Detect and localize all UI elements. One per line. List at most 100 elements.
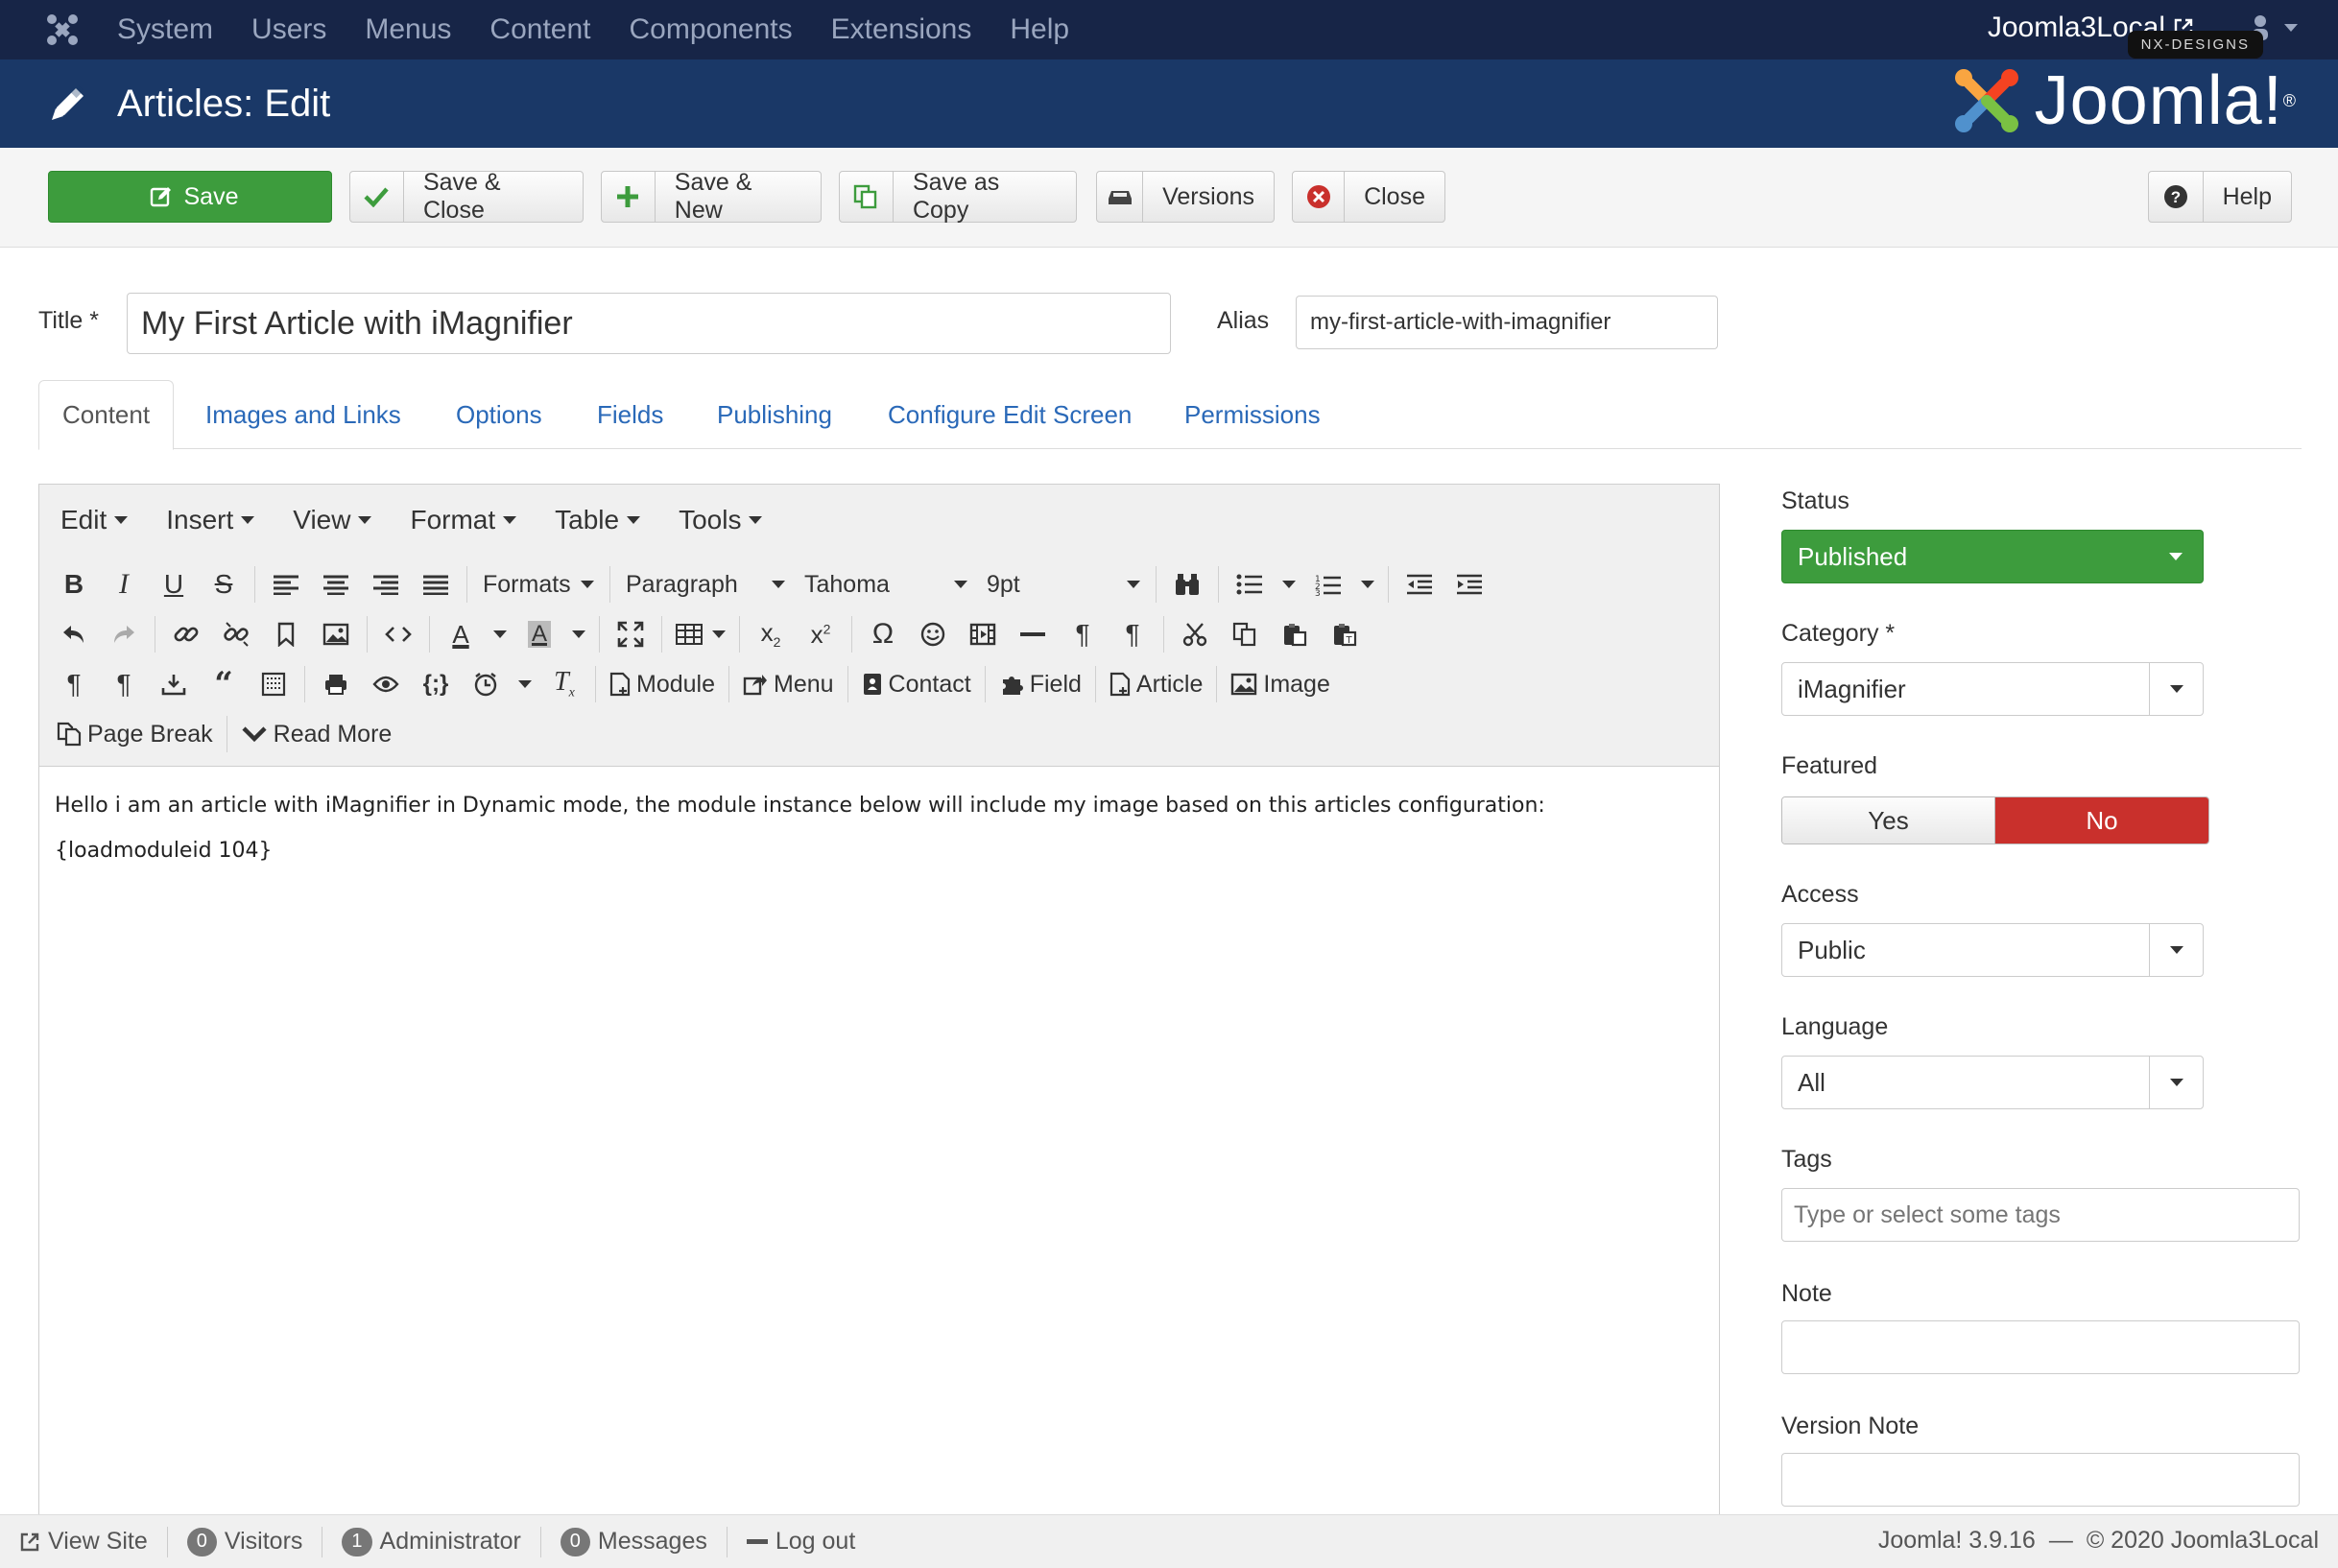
code-sample-icon[interactable]: {;} bbox=[411, 663, 461, 705]
tab-options[interactable]: Options bbox=[456, 380, 542, 449]
underline-icon[interactable]: U bbox=[149, 563, 199, 606]
tags-input[interactable] bbox=[1781, 1188, 2300, 1242]
rtl-icon[interactable]: ¶ bbox=[1108, 613, 1157, 655]
menu-menus[interactable]: Menus bbox=[365, 13, 451, 46]
language-select[interactable]: All bbox=[1781, 1056, 2204, 1109]
insert-contact-button[interactable]: Contact bbox=[854, 663, 979, 705]
subscript-icon[interactable]: x2 bbox=[746, 613, 796, 655]
emoticons-icon[interactable] bbox=[908, 613, 958, 655]
bold-icon[interactable]: B bbox=[49, 563, 99, 606]
view-site-link[interactable]: View Site bbox=[0, 1526, 168, 1557]
chevron-down-icon[interactable] bbox=[486, 613, 514, 655]
editor-menu-view[interactable]: View bbox=[293, 505, 372, 535]
editor-menu-table[interactable]: Table bbox=[555, 505, 641, 535]
italic-icon[interactable]: I bbox=[99, 563, 149, 606]
menu-users[interactable]: Users bbox=[251, 13, 326, 46]
chevron-down-icon[interactable] bbox=[564, 613, 593, 655]
clear-formatting-icon[interactable]: Tx bbox=[539, 663, 589, 705]
tab-content[interactable]: Content bbox=[38, 380, 175, 450]
binoculars-icon[interactable] bbox=[1162, 563, 1212, 606]
save-new-button[interactable]: Save & New bbox=[601, 169, 822, 224]
insert-datetime-icon[interactable] bbox=[461, 663, 511, 705]
link-icon[interactable] bbox=[161, 613, 211, 655]
align-center-icon[interactable] bbox=[311, 563, 361, 606]
unlink-icon[interactable] bbox=[211, 613, 261, 655]
menu-system[interactable]: System bbox=[117, 13, 213, 46]
close-button[interactable]: Close bbox=[1292, 171, 1445, 223]
strikethrough-icon[interactable]: S bbox=[199, 563, 249, 606]
featured-no-button[interactable]: No bbox=[1995, 797, 2208, 843]
ltr-icon[interactable]: ¶ bbox=[1058, 613, 1108, 655]
insert-field-button[interactable]: Field bbox=[991, 663, 1089, 705]
cut-icon[interactable] bbox=[1170, 613, 1220, 655]
insert-menu-button[interactable]: Menu bbox=[735, 663, 842, 705]
status-select[interactable]: Published bbox=[1781, 530, 2204, 583]
paste-text-icon[interactable]: T bbox=[1320, 613, 1370, 655]
logout-link[interactable]: Log out bbox=[728, 1527, 874, 1557]
superscript-icon[interactable]: x2 bbox=[796, 613, 846, 655]
menu-components[interactable]: Components bbox=[630, 13, 793, 46]
media-icon[interactable] bbox=[958, 613, 1008, 655]
tab-fields[interactable]: Fields bbox=[597, 380, 663, 449]
align-justify-icon[interactable] bbox=[411, 563, 461, 606]
version-note-input[interactable] bbox=[1781, 1453, 2300, 1507]
editor-menu-format[interactable]: Format bbox=[410, 505, 517, 535]
access-select[interactable]: Public bbox=[1781, 923, 2204, 977]
featured-yes-button[interactable]: Yes bbox=[1782, 797, 1995, 843]
visitors-link[interactable]: 0 Visitors bbox=[168, 1526, 323, 1557]
indent-icon[interactable] bbox=[1444, 563, 1494, 606]
align-right-icon[interactable] bbox=[361, 563, 411, 606]
tab-images-and-links[interactable]: Images and Links bbox=[205, 380, 401, 449]
numbered-list-icon[interactable]: 123 bbox=[1303, 563, 1353, 606]
messages-link[interactable]: 0 Messages bbox=[541, 1526, 728, 1557]
show-blocks-icon[interactable]: ¶ bbox=[99, 663, 149, 705]
background-color-icon[interactable]: A bbox=[514, 613, 564, 655]
paste-icon[interactable] bbox=[1270, 613, 1320, 655]
redo-icon[interactable] bbox=[99, 613, 149, 655]
block-format-dropdown[interactable]: Paragraph bbox=[616, 563, 795, 606]
tab-configure-edit-screen[interactable]: Configure Edit Screen bbox=[888, 380, 1132, 449]
print-icon[interactable] bbox=[311, 663, 361, 705]
menu-extensions[interactable]: Extensions bbox=[831, 13, 972, 46]
font-family-dropdown[interactable]: Tahoma bbox=[795, 563, 977, 606]
special-character-icon[interactable]: Ω bbox=[858, 613, 908, 655]
formats-dropdown[interactable]: Formats bbox=[473, 563, 604, 606]
insert-after-icon[interactable] bbox=[149, 663, 199, 705]
preview-icon[interactable] bbox=[361, 663, 411, 705]
blockquote-icon[interactable]: “ bbox=[199, 663, 249, 705]
insert-image-icon[interactable] bbox=[311, 613, 361, 655]
copy-icon[interactable] bbox=[1220, 613, 1270, 655]
bookmark-icon[interactable] bbox=[261, 613, 311, 655]
joomla-menu-icon[interactable] bbox=[33, 0, 92, 59]
text-color-icon[interactable]: A bbox=[436, 613, 486, 655]
bullet-list-icon[interactable] bbox=[1225, 563, 1275, 606]
tab-permissions[interactable]: Permissions bbox=[1184, 380, 1321, 449]
template-icon[interactable] bbox=[249, 663, 298, 705]
editor-menu-edit[interactable]: Edit bbox=[60, 505, 129, 535]
code-icon[interactable] bbox=[373, 613, 423, 655]
insert-module-button[interactable]: Module bbox=[602, 663, 723, 705]
insert-article-button[interactable]: Article bbox=[1102, 663, 1210, 705]
read-more-button[interactable]: Read More bbox=[233, 713, 400, 755]
horizontal-rule-icon[interactable] bbox=[1008, 613, 1058, 655]
tab-publishing[interactable]: Publishing bbox=[717, 380, 832, 449]
title-input[interactable]: My First Article with iMagnifier bbox=[127, 293, 1171, 354]
editor-menu-tools[interactable]: Tools bbox=[679, 505, 763, 535]
note-input[interactable] bbox=[1781, 1320, 2300, 1374]
menu-content[interactable]: Content bbox=[489, 13, 590, 46]
paragraph-icon[interactable]: ¶ bbox=[49, 663, 99, 705]
chevron-down-icon[interactable] bbox=[1275, 563, 1303, 606]
save-button[interactable]: Save bbox=[48, 171, 332, 223]
table-icon[interactable] bbox=[668, 613, 733, 655]
align-left-icon[interactable] bbox=[261, 563, 311, 606]
chevron-down-icon[interactable] bbox=[1353, 563, 1382, 606]
save-as-copy-button[interactable]: Save as Copy bbox=[839, 169, 1077, 224]
fullscreen-icon[interactable] bbox=[606, 613, 656, 655]
help-button[interactable]: ? Help bbox=[2148, 171, 2292, 223]
page-break-button[interactable]: Page Break bbox=[49, 713, 221, 755]
undo-icon[interactable] bbox=[49, 613, 99, 655]
category-select[interactable]: iMagnifier bbox=[1781, 662, 2204, 716]
editor-menu-insert[interactable]: Insert bbox=[166, 505, 255, 535]
chevron-down-icon[interactable] bbox=[511, 663, 539, 705]
save-close-button[interactable]: Save & Close bbox=[349, 169, 584, 224]
